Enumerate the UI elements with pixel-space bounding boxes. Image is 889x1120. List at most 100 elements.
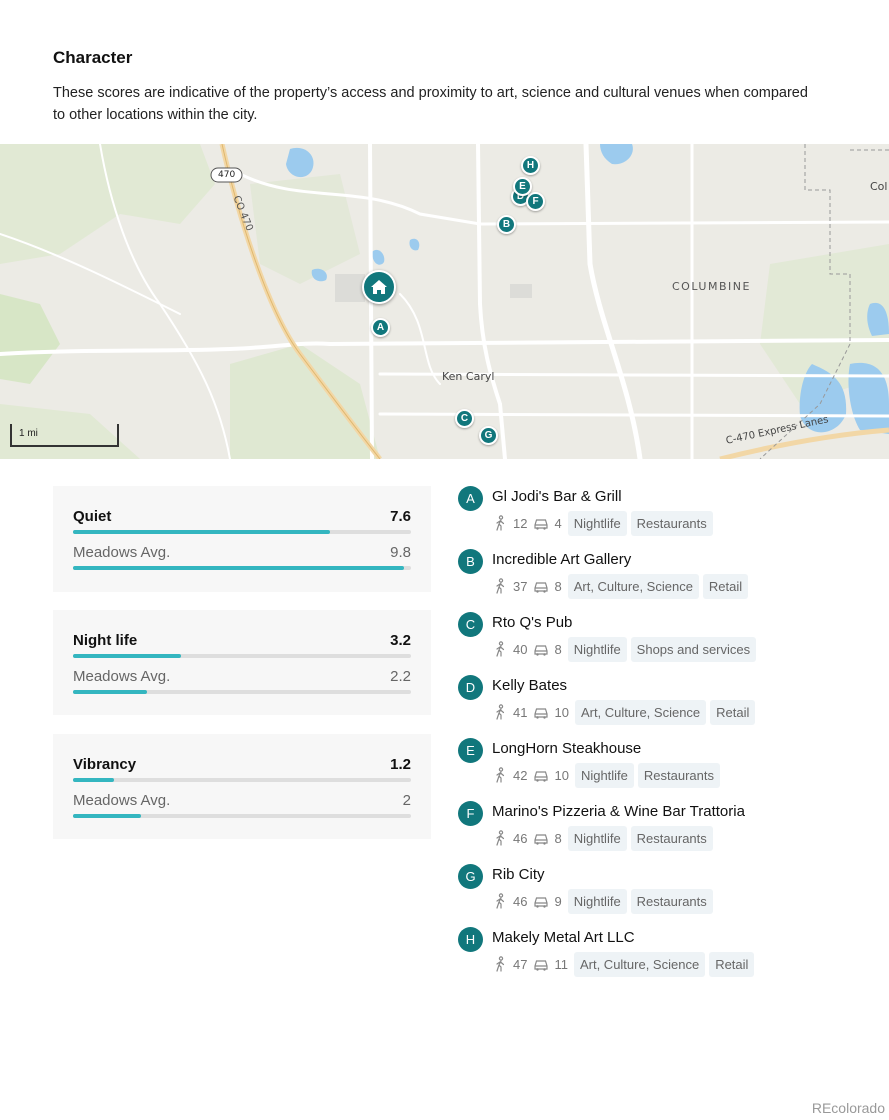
place-letter-badge: B [458,549,483,574]
place-meta: 12 4 Nightlife Restaurants [492,510,717,536]
avg-row: Meadows Avg. 2 [73,792,411,812]
map-pin-g[interactable]: G [479,426,498,445]
walk-minutes: 37 [513,578,528,594]
category-tag: Shops and services [630,636,757,662]
list-item[interactable]: F Marino's Pizzeria & Wine Bar Trattoria… [458,801,878,861]
map-pin-h[interactable]: H [521,156,540,175]
place-name: Gl Jodi's Bar & Grill [492,488,622,505]
place-letter-badge: D [458,675,483,700]
category-tag: Nightlife [574,762,634,788]
drive-minutes: 8 [554,641,562,657]
drive-minutes: 8 [554,578,562,594]
list-item[interactable]: D Kelly Bates 41 10 Art, Culture, Scienc… [458,675,878,735]
place-name: Marino's Pizzeria & Wine Bar Trattoria [492,803,745,820]
category-tag: Retail [709,951,755,977]
section-description: These scores are indicative of the prope… [53,85,808,123]
category-tag: Retail [702,573,749,599]
drive-minutes: 10 [554,704,569,720]
kencaryl-label: Ken Caryl [442,370,495,383]
avg-label: Meadows Avg. [73,544,171,561]
map-pin-c[interactable]: C [455,409,474,428]
place-name: LongHorn Steakhouse [492,740,642,757]
drive-minutes: 8 [554,830,562,846]
score-card-nightlife: Night life 3.2 Meadows Avg. 2.2 [53,610,431,715]
map-canvas [0,144,889,459]
avg-label: Meadows Avg. [73,792,171,809]
place-meta: 46 8 Nightlife Restaurants [492,825,717,851]
place-letter-badge: G [458,864,483,889]
place-letter-badge: F [458,801,483,826]
place-meta: 40 8 Nightlife Shops and services [492,636,760,662]
walking-person-icon [496,893,505,909]
map-scale-bar: 1 mi [10,424,119,447]
place-name: Rto Q's Pub [492,614,573,631]
place-name: Makely Metal Art LLC [492,929,635,946]
score-label: Quiet [73,508,112,525]
brand-footer[interactable]: REcolorado [812,1100,885,1116]
map[interactable]: 470 CO 470 COLUMBINE Ken Caryl C-470 Exp… [0,144,889,459]
list-item[interactable]: B Incredible Art Gallery 37 8 Art, Cultu… [458,549,878,609]
list-item[interactable]: G Rib City 46 9 Nightlife Restaurants [458,864,878,924]
place-meta: 46 9 Nightlife Restaurants [492,888,717,914]
list-item[interactable]: C Rto Q's Pub 40 8 Nightlife Shops and s… [458,612,878,672]
car-icon [534,960,549,971]
place-meta: 47 11 Art, Culture, Science Retail [492,951,758,977]
category-tag: Retail [710,699,756,725]
walking-person-icon [496,956,505,972]
walk-minutes: 46 [513,893,528,909]
walk-minutes: 42 [513,767,528,783]
walk-minutes: 46 [513,830,528,846]
place-letter-badge: H [458,927,483,952]
score-value: 3.2 [390,632,411,649]
score-bar [73,654,411,658]
car-icon [534,834,549,845]
avg-bar-fill [73,814,141,818]
category-tag: Nightlife [567,825,627,851]
walk-minutes: 12 [513,515,528,531]
home-icon[interactable] [362,270,396,304]
avg-bar [73,566,411,570]
place-meta: 42 10 Nightlife Restaurants [492,762,724,788]
avg-bar [73,690,411,694]
car-icon [534,897,549,908]
category-tag: Restaurants [630,510,713,536]
avg-row: Meadows Avg. 2.2 [73,668,411,688]
drive-minutes: 11 [554,956,568,972]
place-name: Incredible Art Gallery [492,551,632,568]
list-item[interactable]: A Gl Jodi's Bar & Grill 12 4 Nightlife R… [458,486,878,546]
walking-person-icon [496,767,505,783]
map-pin-a[interactable]: A [371,318,390,337]
car-icon [534,771,549,782]
car-icon [534,645,549,656]
list-item[interactable]: H Makely Metal Art LLC 47 11 Art, Cultur… [458,927,878,987]
map-edge-label: Col [870,180,888,193]
category-tag: Restaurants [637,762,720,788]
map-pin-f[interactable]: F [526,192,545,211]
map-pin-e[interactable]: E [513,177,532,196]
category-tag: Restaurants [630,888,713,914]
score-label: Vibrancy [73,756,137,773]
category-tag: Art, Culture, Science [574,699,707,725]
walking-person-icon [496,704,505,720]
walking-person-icon [496,830,505,846]
place-meta: 37 8 Art, Culture, Science Retail [492,573,752,599]
score-label: Night life [73,632,138,649]
score-bar-fill [73,778,114,782]
place-letter-badge: C [458,612,483,637]
section-title: Character [53,48,133,67]
map-pin-b[interactable]: B [497,215,516,234]
walk-minutes: 40 [513,641,528,657]
avg-row: Meadows Avg. 9.8 [73,544,411,564]
list-item[interactable]: E LongHorn Steakhouse 42 10 Nightlife Re… [458,738,878,798]
place-letter-badge: E [458,738,483,763]
place-meta: 41 10 Art, Culture, Science Retail [492,699,759,725]
score-bar-fill [73,654,182,658]
avg-bar-fill [73,690,148,694]
score-bar [73,778,411,782]
avg-value: 9.8 [390,544,411,561]
score-value: 7.6 [390,508,411,525]
highway-shield-label: 470 [218,170,236,180]
avg-value: 2.2 [390,668,411,685]
category-tag: Restaurants [630,825,713,851]
category-tag: Nightlife [567,888,627,914]
